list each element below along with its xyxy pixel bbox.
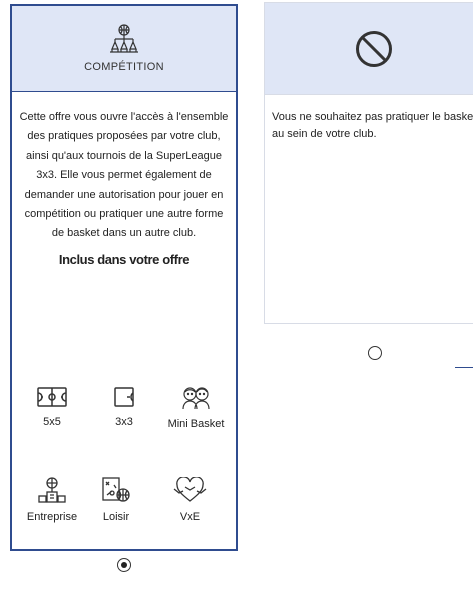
offer-description: Vous ne souhaitez pas pratiquer le baske… bbox=[272, 111, 473, 140]
practice-label: Mini Basket bbox=[167, 418, 225, 430]
offer-card-no-practice[interactable]: Vous ne souhaitez pas pratiquer le baske… bbox=[264, 2, 473, 324]
practice-label: Entreprise bbox=[26, 511, 78, 523]
practice-vxe: VxE bbox=[158, 477, 222, 526]
heart-hands-icon bbox=[173, 477, 207, 502]
offer-card-competition[interactable]: COMPÉTITION Cette offre vous ouvre l'acc… bbox=[10, 4, 238, 551]
practice-label: 5x5 bbox=[43, 416, 61, 428]
leisure-icon bbox=[102, 477, 130, 502]
offer-title: COMPÉTITION bbox=[84, 61, 164, 73]
offer-description: Cette offre vous ouvre l'accès à l'ensem… bbox=[19, 111, 229, 240]
practice-5x5: 5x5 bbox=[20, 386, 84, 431]
next-card-indicator bbox=[455, 367, 473, 368]
kids-icon bbox=[182, 387, 210, 410]
offer-card-header bbox=[265, 3, 473, 95]
included-title: Inclus dans votre offre bbox=[58, 251, 190, 267]
offer-radio-competition[interactable] bbox=[117, 558, 131, 572]
practice-loisir: Loisir bbox=[84, 477, 148, 526]
company-icon bbox=[38, 477, 66, 503]
practice-entreprise: Entreprise bbox=[20, 477, 84, 526]
practice-3x3: 3x3 bbox=[92, 386, 156, 431]
half-court-icon bbox=[114, 387, 134, 407]
practice-label: Loisir bbox=[102, 511, 130, 523]
tournament-bracket-icon bbox=[110, 24, 138, 53]
offer-card-header: COMPÉTITION bbox=[12, 6, 236, 92]
practice-label: 3x3 bbox=[115, 416, 133, 428]
prohibited-icon bbox=[356, 30, 392, 67]
practice-label: VxE bbox=[179, 511, 201, 523]
full-court-icon bbox=[37, 387, 67, 407]
offer-radio-no-practice[interactable] bbox=[368, 346, 382, 360]
practice-mini-basket: Mini Basket bbox=[164, 386, 228, 433]
radio-selected-dot bbox=[121, 562, 127, 568]
